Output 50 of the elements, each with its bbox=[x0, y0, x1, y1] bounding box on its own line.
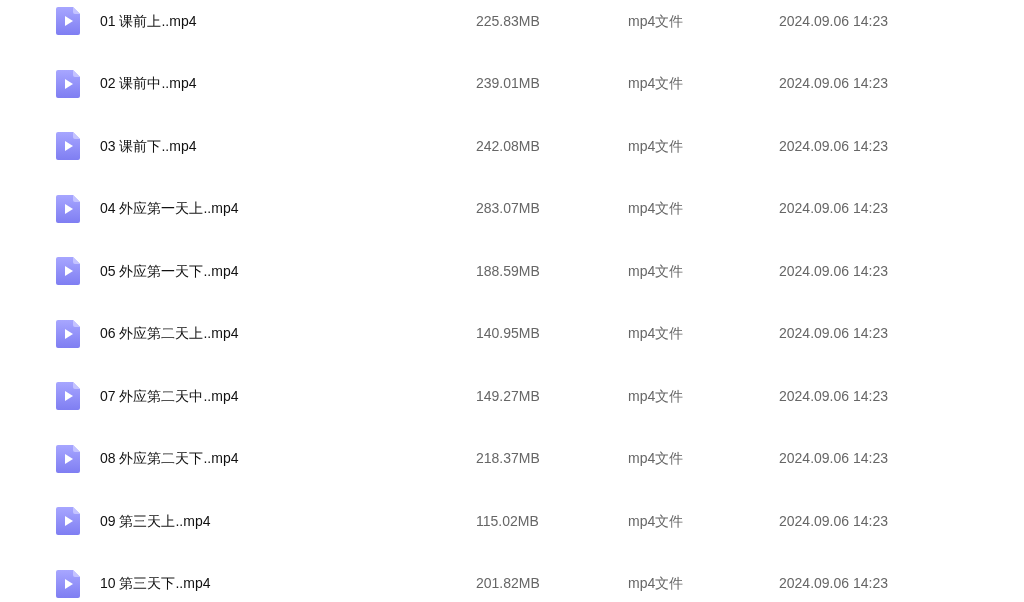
file-name[interactable]: 06 外应第二天上..mp4 bbox=[100, 325, 239, 341]
play-file-icon bbox=[56, 257, 80, 285]
modified-date: 2024.09.06 14:23 bbox=[779, 12, 888, 29]
file-name[interactable]: 04 外应第一天上..mp4 bbox=[100, 200, 239, 216]
modified-date: 2024.09.06 14:23 bbox=[779, 75, 888, 91]
file-type: mp4文件 bbox=[628, 575, 684, 591]
file-size: 225.83MB bbox=[476, 12, 540, 29]
play-file-icon bbox=[56, 194, 80, 223]
file-name[interactable]: 08 外应第二天下..mp4 bbox=[100, 450, 239, 466]
file-size: 218.37MB bbox=[476, 450, 540, 466]
file-type: mp4文件 bbox=[628, 75, 684, 91]
file-type: mp4文件 bbox=[628, 450, 684, 466]
play-file-icon bbox=[56, 132, 80, 160]
file-size: 149.27MB bbox=[476, 387, 540, 404]
file-size: 242.08MB bbox=[476, 137, 540, 154]
modified-date: 2024.09.06 14:23 bbox=[779, 137, 888, 154]
file-type: mp4文件 bbox=[628, 387, 684, 404]
file-type: mp4文件 bbox=[628, 512, 684, 529]
file-size: 140.95MB bbox=[476, 325, 540, 341]
file-size: 201.82MB bbox=[476, 575, 540, 591]
modified-date: 2024.09.06 14:23 bbox=[779, 200, 888, 216]
file-name[interactable]: 07 外应第二天中..mp4 bbox=[100, 387, 239, 404]
play-file-icon bbox=[56, 507, 80, 535]
file-type: mp4文件 bbox=[628, 200, 684, 216]
modified-date: 2024.09.06 14:23 bbox=[779, 575, 888, 591]
play-file-icon bbox=[56, 382, 80, 410]
file-size: 115.02MB bbox=[476, 512, 539, 529]
play-file-icon bbox=[56, 569, 80, 598]
file-name[interactable]: 05 外应第一天下..mp4 bbox=[100, 262, 239, 279]
play-file-icon bbox=[56, 69, 80, 98]
play-file-icon bbox=[56, 444, 80, 473]
file-name[interactable]: 10 第三天下..mp4 bbox=[100, 575, 211, 591]
modified-date: 2024.09.06 14:23 bbox=[779, 450, 888, 466]
file-name[interactable]: 09 第三天上..mp4 bbox=[100, 512, 211, 529]
file-type: mp4文件 bbox=[628, 262, 684, 279]
play-file-icon bbox=[56, 7, 80, 35]
file-type: mp4文件 bbox=[628, 12, 684, 29]
file-type: mp4文件 bbox=[628, 137, 684, 154]
file-size: 239.01MB bbox=[476, 75, 540, 91]
file-name[interactable]: 01 课前上..mp4 bbox=[100, 12, 197, 29]
modified-date: 2024.09.06 14:23 bbox=[779, 512, 888, 529]
modified-date: 2024.09.06 14:23 bbox=[779, 325, 888, 341]
modified-date: 2024.09.06 14:23 bbox=[779, 262, 888, 279]
file-size: 283.07MB bbox=[476, 200, 540, 216]
modified-date: 2024.09.06 14:23 bbox=[779, 387, 888, 404]
play-file-icon bbox=[56, 319, 80, 348]
file-name[interactable]: 03 课前下..mp4 bbox=[100, 137, 197, 154]
file-type: mp4文件 bbox=[628, 325, 684, 341]
file-name[interactable]: 02 课前中..mp4 bbox=[100, 75, 197, 91]
file-size: 188.59MB bbox=[476, 262, 540, 279]
